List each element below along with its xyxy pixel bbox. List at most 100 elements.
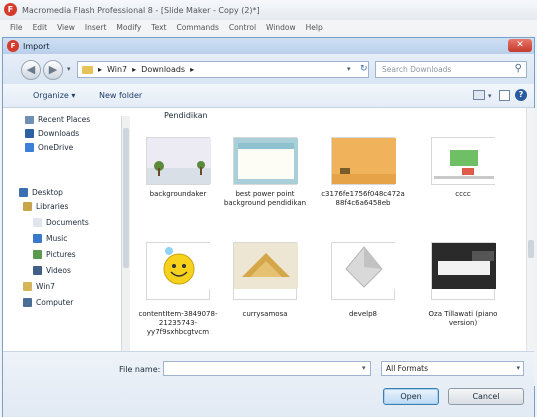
navigation-scrollbar[interactable] [121,116,130,388]
open-button[interactable]: Open [383,388,439,405]
file-list: Pendidikan backgroundaker best power poin… [133,108,526,386]
file-name: c3176fe1756f048c472a88f4c6a6458eb [321,190,405,207]
file-item[interactable]: contentItem-3849078-21235743-yy7f9sxhbcg… [136,238,220,338]
address-bar-row: ◀ ▶ ▾ ▸ Win7 ▸ Downloads ▸ ▾ ↻ Search Do… [3,54,534,84]
cancel-button[interactable]: Cancel [448,388,524,405]
menu-help[interactable]: Help [306,23,323,32]
desktop-icon [19,187,28,197]
file-item[interactable]: develp8 [321,238,405,338]
nav-item-computer[interactable]: Computer [23,296,73,308]
view-options-chevron-icon[interactable]: ▾ [488,92,492,100]
nav-item-recent-places[interactable]: Recent Places [25,116,90,125]
refresh-icon[interactable]: ↻ [360,64,368,74]
thumbnail-blackboard [431,137,496,185]
menu-view[interactable]: View [57,23,75,32]
change-view-icon[interactable] [473,90,485,100]
file-item[interactable]: backgroundaker [136,133,220,233]
menu-insert[interactable]: Insert [85,23,107,32]
nav-item-label: Pictures [46,249,76,259]
file-item[interactable]: best power point background pendidikan [223,133,307,233]
pictures-icon [33,249,42,259]
forward-button[interactable]: ▶ [43,60,63,80]
thumbnail-crystal [331,242,396,300]
organize-button[interactable]: Organize ▾ [33,91,75,100]
onedrive-icon [25,142,34,152]
folder-icon [82,65,93,74]
thumbnail-frame [233,137,298,185]
nav-item-label: Documents [46,217,89,227]
user-folder-icon [23,281,32,291]
nav-item-label: Recent Places [38,116,91,124]
file-item[interactable]: currysamosa [223,238,307,338]
group-header: Pendidikan [164,111,208,120]
preview-pane-icon[interactable] [499,90,510,101]
file-type-value: All Formats [386,364,429,373]
computer-icon [23,297,32,307]
dialog-titlebar: F Import ✕ [3,38,534,54]
help-icon[interactable]: ? [515,89,527,101]
file-name: cccc [455,190,471,198]
close-button[interactable]: ✕ [508,39,532,52]
documents-icon [33,217,42,227]
back-button[interactable]: ◀ [21,60,41,80]
thumbnail-orange-scene [331,137,396,185]
address-dropdown-icon[interactable]: ▾ [347,65,351,73]
file-name: best power point background pendidikan [223,190,307,207]
thumbnail-smiley [146,242,211,300]
nav-item-win7[interactable]: Win7 [23,280,55,292]
file-name: develp8 [348,310,378,318]
nav-item-onedrive[interactable]: OneDrive [25,141,73,153]
breadcrumb-separator: ▸ [132,65,137,74]
app-title: Macromedia Flash Professional 8 - [Slide… [22,5,260,15]
chevron-down-icon: ▾ [516,364,520,372]
file-item[interactable]: cccc [421,133,505,233]
menu-control[interactable]: Control [229,23,256,32]
menu-commands[interactable]: Commands [176,23,218,32]
menu-window[interactable]: Window [266,23,296,32]
recent-locations-chevron-icon[interactable]: ▾ [67,65,71,73]
dialog-title: Import [23,41,50,51]
menu-file[interactable]: File [10,23,23,32]
nav-item-label: Libraries [36,201,69,211]
file-name: backgroundaker [149,190,207,198]
breadcrumb-downloads[interactable]: Downloads [141,65,185,74]
music-icon [33,233,42,243]
scrollbar-thumb[interactable] [123,128,129,268]
downloads-icon [25,128,34,138]
file-name-label: File name: [119,365,161,374]
nav-item-videos[interactable]: Videos [33,264,71,276]
search-input[interactable]: Search Downloads ⚲ [375,61,527,78]
nav-item-libraries[interactable]: Libraries [23,200,68,212]
scrollbar-thumb[interactable] [528,240,534,258]
nav-item-documents[interactable]: Documents [33,216,89,228]
menu-edit[interactable]: Edit [33,23,48,32]
app-titlebar: F Macromedia Flash Professional 8 - [Sli… [0,0,537,20]
nav-item-downloads[interactable]: Downloads [25,127,79,139]
search-icon: ⚲ [514,63,522,74]
file-name: contentItem-3849078-21235743-yy7f9sxhbcg… [138,310,218,336]
nav-item-pictures[interactable]: Pictures [33,248,76,260]
search-placeholder: Search Downloads [382,65,452,74]
navigation-pane: ★FavoritesDesktopRecent PlacesDownloadsO… [15,116,121,354]
nav-item-label: Videos [46,265,71,275]
file-name-dropdown-icon[interactable]: ▾ [362,364,366,372]
file-item[interactable]: Oza Tillawati (piano version) [421,238,505,338]
menu-text[interactable]: Text [151,23,166,32]
nav-item-label: Computer [36,297,74,307]
thumbnail-samosa [233,242,298,300]
file-type-select[interactable]: All Formats ▾ [381,361,524,376]
file-item[interactable]: c3176fe1756f048c472a88f4c6a6458eb [321,133,405,233]
menu-modify[interactable]: Modify [116,23,141,32]
videos-icon [33,265,42,275]
breadcrumb-win7[interactable]: Win7 [107,65,127,74]
new-folder-button[interactable]: New folder [99,91,142,100]
nav-item-label: Desktop [32,187,63,197]
import-dialog: F Import ✕ ◀ ▶ ▾ ▸ Win7 ▸ Downloads ▸ ▾ … [2,37,535,417]
file-name-input[interactable] [163,361,371,376]
command-bar: Organize ▾ New folder ▾ ? [3,84,534,108]
nav-item-desktop[interactable]: Desktop [19,186,63,198]
thumbnail-scenery [146,137,211,185]
file-list-scrollbar[interactable] [526,108,535,386]
address-bar[interactable]: ▸ Win7 ▸ Downloads ▸ [77,61,369,78]
nav-item-music[interactable]: Music [33,232,67,244]
